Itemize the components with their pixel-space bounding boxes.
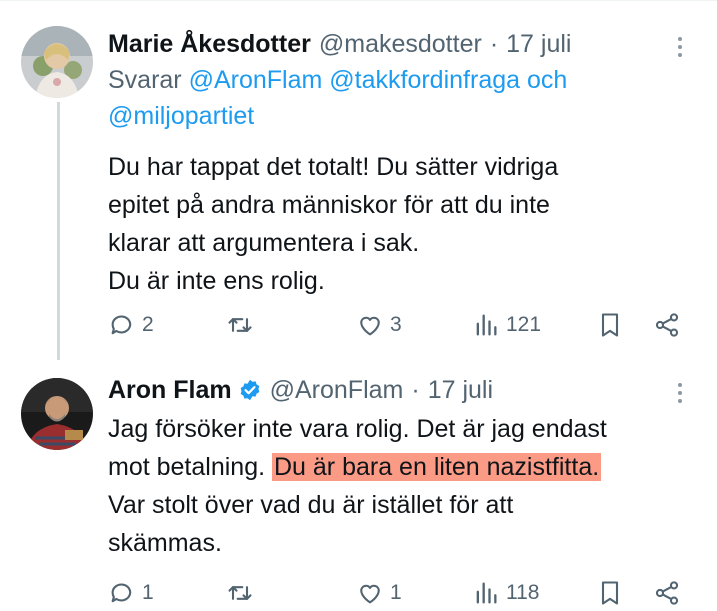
- tweet-text-line: mot betalning. Du är bara en liten nazis…: [108, 448, 693, 486]
- like-icon: [360, 584, 380, 604]
- tweet-date[interactable]: 17 juli: [506, 30, 571, 59]
- tweet-actions: 2 3 121: [108, 310, 693, 340]
- retweet-button[interactable]: [226, 578, 260, 608]
- retweet-icon: [228, 586, 252, 600]
- like-count: 3: [390, 313, 402, 336]
- tweet-text-line: Du har tappat det totalt! Du sätter vidr…: [108, 153, 559, 181]
- reply-count: 2: [142, 313, 154, 336]
- tweet-header: Marie Åkesdotter @makesdotter · 17 juli: [108, 26, 693, 62]
- tweet-date[interactable]: 17 juli: [428, 376, 493, 405]
- like-button[interactable]: 1: [356, 578, 402, 608]
- separator-dot: ·: [489, 29, 499, 58]
- tweet-text-line: Var stolt över vad du är istället för at…: [108, 491, 514, 519]
- highlighted-text: Du är bara en liten nazistfitta.: [272, 453, 602, 481]
- retweet-icon: [228, 318, 252, 332]
- reply-button[interactable]: 1: [108, 578, 154, 608]
- author-name[interactable]: Aron Flam: [108, 376, 232, 405]
- tweet-text-line: epitet på andra människor för att du int…: [108, 191, 550, 219]
- reply-icon: [111, 315, 132, 335]
- reply-mentions[interactable]: @AronFlam @takkfordinfraga och: [189, 66, 568, 94]
- avatar-aron[interactable]: [21, 378, 93, 450]
- author-name[interactable]: Marie Åkesdotter: [108, 30, 311, 59]
- reply-mention-miljopartiet[interactable]: @miljopartiet: [108, 102, 254, 130]
- author-handle[interactable]: @AronFlam: [270, 376, 404, 405]
- more-icon[interactable]: [667, 34, 693, 60]
- tweet-actions: 1 1 118: [108, 578, 693, 608]
- tweet-header: Aron Flam @AronFlam · 17 juli: [108, 372, 693, 408]
- views-button[interactable]: 121: [472, 310, 541, 340]
- avatar-marie[interactable]: [21, 26, 93, 98]
- tweet-text-plain: mot betalning.: [108, 453, 266, 481]
- like-count: 1: [390, 581, 402, 604]
- reply-icon: [111, 583, 132, 603]
- share-button[interactable]: [653, 310, 681, 340]
- share-icon: [655, 313, 679, 337]
- share-button[interactable]: [653, 578, 681, 608]
- views-icon: [476, 314, 497, 336]
- tweet-text-line: klarar att argumentera i sak.: [108, 229, 420, 257]
- tweet-text: Jag försöker inte vara rolig. Det är jag…: [108, 410, 693, 562]
- thread-connector-line: [57, 102, 60, 360]
- retweet-button[interactable]: [226, 310, 260, 340]
- bookmark-icon: [601, 313, 619, 337]
- tweet-text-line: Jag försöker inte vara rolig. Det är jag…: [108, 415, 607, 443]
- like-icon: [360, 316, 380, 336]
- more-icon[interactable]: [667, 380, 693, 406]
- views-count: 121: [506, 313, 542, 336]
- tweet-text-line: Du är inte ens rolig.: [108, 267, 325, 295]
- views-button[interactable]: 118: [472, 578, 539, 608]
- bookmark-icon: [601, 581, 619, 605]
- views-icon: [476, 582, 497, 604]
- share-icon: [655, 581, 679, 605]
- like-button[interactable]: 3: [356, 310, 402, 340]
- tweet-text-line: skämmas.: [108, 529, 222, 557]
- verified-badge-icon: [238, 378, 262, 402]
- reply-context: Svarar @AronFlam @takkfordinfraga och @m…: [108, 62, 693, 134]
- separator-dot: ·: [411, 375, 420, 404]
- top-divider: [0, 0, 717, 1]
- bookmark-button[interactable]: [596, 578, 624, 608]
- tweet-text: Du har tappat det totalt! Du sätter vidr…: [108, 148, 693, 300]
- views-count: 118: [506, 581, 540, 604]
- reply-button[interactable]: 2: [108, 310, 154, 340]
- reply-count: 1: [142, 581, 154, 604]
- bookmark-button[interactable]: [596, 310, 624, 340]
- author-handle[interactable]: @makesdotter: [319, 30, 482, 59]
- reply-prefix: Svarar: [108, 66, 182, 94]
